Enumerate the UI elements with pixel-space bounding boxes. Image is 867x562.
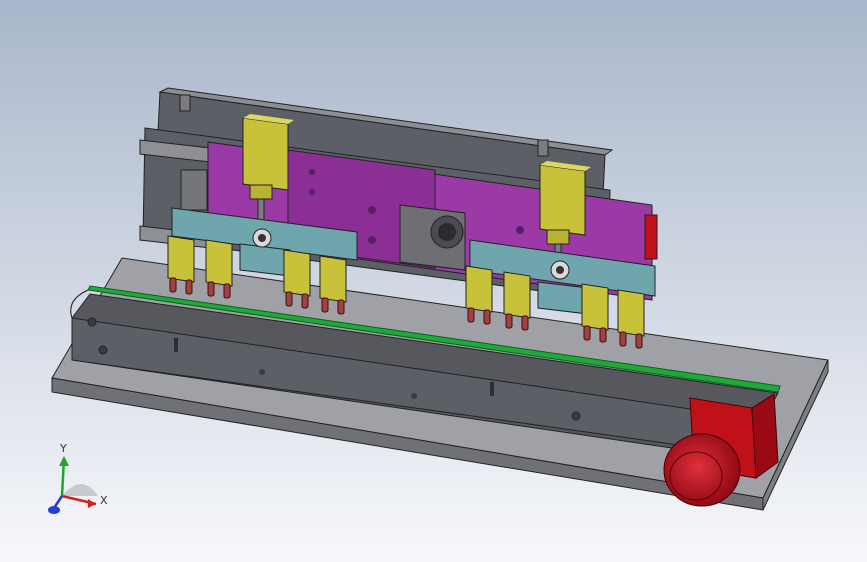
finger-tip bbox=[337, 299, 345, 315]
finger-tip bbox=[301, 293, 309, 309]
x-axis-label: X bbox=[100, 494, 108, 507]
model-canvas[interactable]: X Y bbox=[0, 0, 867, 562]
finger-tip bbox=[321, 297, 329, 313]
finger-tip bbox=[583, 325, 591, 341]
finger-tip bbox=[505, 313, 513, 329]
finger-tip bbox=[285, 291, 293, 307]
finger-tip bbox=[223, 283, 231, 299]
cad-viewport[interactable]: X Y bbox=[0, 0, 867, 562]
finger-tip bbox=[619, 331, 627, 347]
finger-tip bbox=[635, 333, 643, 349]
finger-tip bbox=[521, 315, 529, 331]
finger-tip bbox=[599, 327, 607, 343]
finger-tip bbox=[467, 307, 475, 323]
finger-tip bbox=[207, 281, 215, 297]
finger-tip bbox=[483, 309, 491, 325]
end-stop bbox=[644, 214, 658, 260]
finger-tip bbox=[185, 279, 193, 295]
finger-tip bbox=[169, 277, 177, 293]
y-axis-label: Y bbox=[59, 442, 67, 455]
